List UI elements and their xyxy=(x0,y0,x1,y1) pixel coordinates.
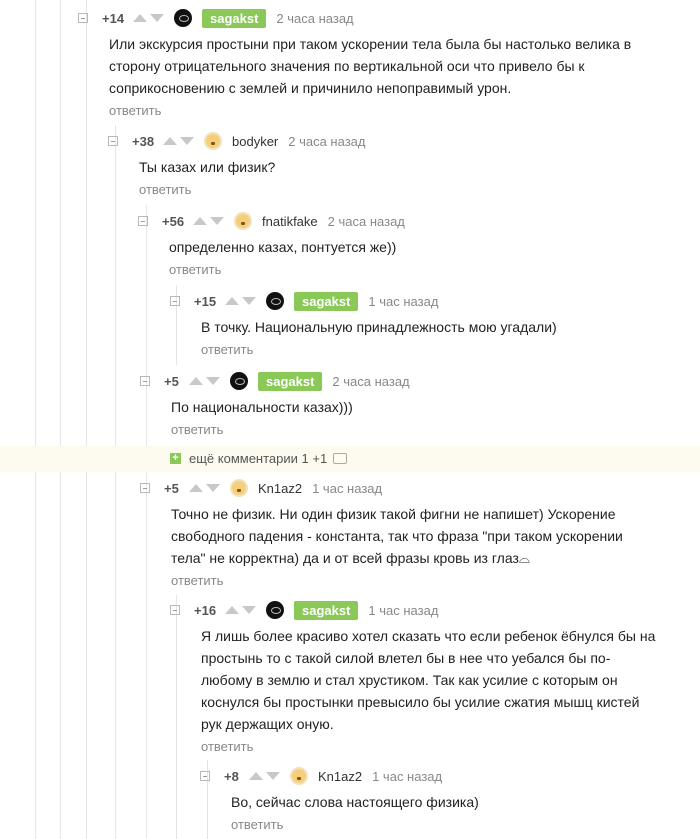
comment-time[interactable]: 1 час назад xyxy=(312,481,382,496)
reply-link[interactable]: ответить xyxy=(109,103,161,118)
comment-time[interactable]: 2 часа назад xyxy=(288,134,365,149)
reply-link[interactable]: ответить xyxy=(231,817,283,832)
upvote-arrow-icon[interactable] xyxy=(225,606,239,614)
comment-score: +5 xyxy=(164,373,179,389)
comment-text-line: любому в землю и стал хрустиком. Так как… xyxy=(201,672,618,688)
collapse-toggle-icon[interactable] xyxy=(138,216,148,226)
thread-line xyxy=(35,0,36,839)
upvote-arrow-icon[interactable] xyxy=(249,772,263,780)
comment-author[interactable]: sagakst xyxy=(258,371,323,391)
downvote-arrow-icon[interactable] xyxy=(210,217,224,225)
comment-text: Во, сейчас слова настоящего физика) xyxy=(231,791,479,813)
collapse-toggle-icon[interactable] xyxy=(140,483,150,493)
comment-text-line: тела" не корректна) да и от всей фразы к… xyxy=(171,550,530,566)
thread-line xyxy=(146,205,147,839)
collapse-toggle-icon[interactable] xyxy=(78,13,88,23)
collapse-toggle-icon[interactable] xyxy=(200,771,210,781)
comment-score: +14 xyxy=(102,10,125,26)
comment-text-line: Или экскурсия простыни при таком ускорен… xyxy=(109,36,632,52)
reply-link[interactable]: ответить xyxy=(171,573,223,588)
thread-line xyxy=(60,0,61,839)
reply-link[interactable]: ответить xyxy=(171,422,223,437)
upvote-arrow-icon[interactable] xyxy=(163,137,177,145)
collapse-toggle-icon[interactable] xyxy=(108,136,118,146)
avatar[interactable] xyxy=(230,372,248,390)
comment-text: Я лишь более красиво хотел сказать что е… xyxy=(201,625,655,735)
comment-time[interactable]: 1 час назад xyxy=(372,769,442,784)
comment-time[interactable]: 1 час назад xyxy=(368,603,438,618)
reply-link[interactable]: ответить xyxy=(201,342,253,357)
comment-author[interactable]: sagakst xyxy=(202,8,267,28)
collapse-toggle-icon[interactable] xyxy=(170,296,180,306)
comment-score: +5 xyxy=(164,480,179,496)
avatar[interactable] xyxy=(266,292,284,310)
upvote-arrow-icon[interactable] xyxy=(189,377,203,385)
comment-author[interactable]: sagakst xyxy=(294,291,359,311)
comment-author[interactable]: Kn1az2 xyxy=(258,481,302,496)
comment-text-line: коснулся бы простынки превысило бы усили… xyxy=(201,694,640,710)
downvote-arrow-icon[interactable] xyxy=(266,772,280,780)
plus-icon: + xyxy=(170,453,181,464)
comment-text-line: Точно не физик. Ни один физик такой фигн… xyxy=(171,506,616,522)
thread-line xyxy=(176,595,177,839)
comment-author[interactable]: Kn1az2 xyxy=(318,769,362,784)
comment-bubble-icon xyxy=(333,453,348,464)
comment-score: +15 xyxy=(194,293,217,309)
downvote-arrow-icon[interactable] xyxy=(150,14,164,22)
avatar[interactable] xyxy=(266,601,284,619)
comment-time[interactable]: 2 часа назад xyxy=(332,374,409,389)
comment-text-line: Ты казах или физик? xyxy=(139,159,276,175)
comment-text-line: простынь то с такой силой влетел бы в не… xyxy=(201,650,611,666)
comment-text-line: определенно казах, понтуется же)) xyxy=(169,239,397,255)
upvote-arrow-icon[interactable] xyxy=(189,484,203,492)
comment-text-line: сторону отрицательного значения по верти… xyxy=(109,58,585,74)
comment-score: +56 xyxy=(162,213,185,229)
more-comments-label[interactable]: ещё комментарии 1 +1 xyxy=(189,451,327,466)
comment-time[interactable]: 2 часа назад xyxy=(328,214,405,229)
comment-text: В точку. Национальную принадлежность мою… xyxy=(201,316,557,338)
avatar[interactable] xyxy=(234,212,252,230)
comment-text-line: свободного падения - константа, так что … xyxy=(171,528,623,544)
comment-score: +38 xyxy=(132,133,155,149)
comment-text-line: В точку. Национальную принадлежность мою… xyxy=(201,319,557,335)
upvote-arrow-icon[interactable] xyxy=(225,297,239,305)
comment-text-line: рук держащих оную. xyxy=(201,716,334,732)
downvote-arrow-icon[interactable] xyxy=(242,606,256,614)
downvote-arrow-icon[interactable] xyxy=(206,377,220,385)
comment-text: определенно казах, понтуется же)) xyxy=(169,236,396,258)
avatar[interactable] xyxy=(174,9,192,27)
comment-text: Ты казах или физик? xyxy=(139,156,275,178)
downvote-arrow-icon[interactable] xyxy=(206,484,220,492)
comment-score: +8 xyxy=(224,768,239,784)
comment-text: Или экскурсия простыни при таком ускорен… xyxy=(109,33,631,99)
comment-author[interactable]: sagakst xyxy=(294,600,359,620)
collapse-toggle-icon[interactable] xyxy=(170,605,180,615)
comment-author[interactable]: bodyker xyxy=(232,134,278,149)
reply-link[interactable]: ответить xyxy=(169,262,221,277)
collapse-toggle-icon[interactable] xyxy=(140,376,150,386)
avatar[interactable] xyxy=(290,767,308,785)
comment-time[interactable]: 2 часа назад xyxy=(276,11,353,26)
avatar[interactable] xyxy=(204,132,222,150)
comment-text: Точно не физик. Ни один физик такой фигн… xyxy=(171,503,623,569)
upvote-arrow-icon[interactable] xyxy=(133,14,147,22)
thread-line xyxy=(115,125,116,839)
comment-author[interactable]: fnatikfake xyxy=(262,214,318,229)
upvote-arrow-icon[interactable] xyxy=(193,217,207,225)
reply-link[interactable]: ответить xyxy=(201,739,253,754)
comment-text-line: соприкосновению с землей и причинило неп… xyxy=(109,80,512,96)
comment-text-line: По национальности казах))) xyxy=(171,399,353,415)
comment-time[interactable]: 1 час назад xyxy=(368,294,438,309)
avatar[interactable] xyxy=(230,479,248,497)
downvote-arrow-icon[interactable] xyxy=(180,137,194,145)
reply-link[interactable]: ответить xyxy=(139,182,191,197)
comment-text-line: Во, сейчас слова настоящего физика) xyxy=(231,794,479,810)
more-comments-bar[interactable]: + ещё комментарии 1 +1 xyxy=(0,446,700,472)
comment-text: По национальности казах))) xyxy=(171,396,353,418)
comment-score: +16 xyxy=(194,602,217,618)
thread-line xyxy=(86,0,87,839)
downvote-arrow-icon[interactable] xyxy=(242,297,256,305)
comment-text-line: Я лишь более красиво хотел сказать что е… xyxy=(201,628,656,644)
